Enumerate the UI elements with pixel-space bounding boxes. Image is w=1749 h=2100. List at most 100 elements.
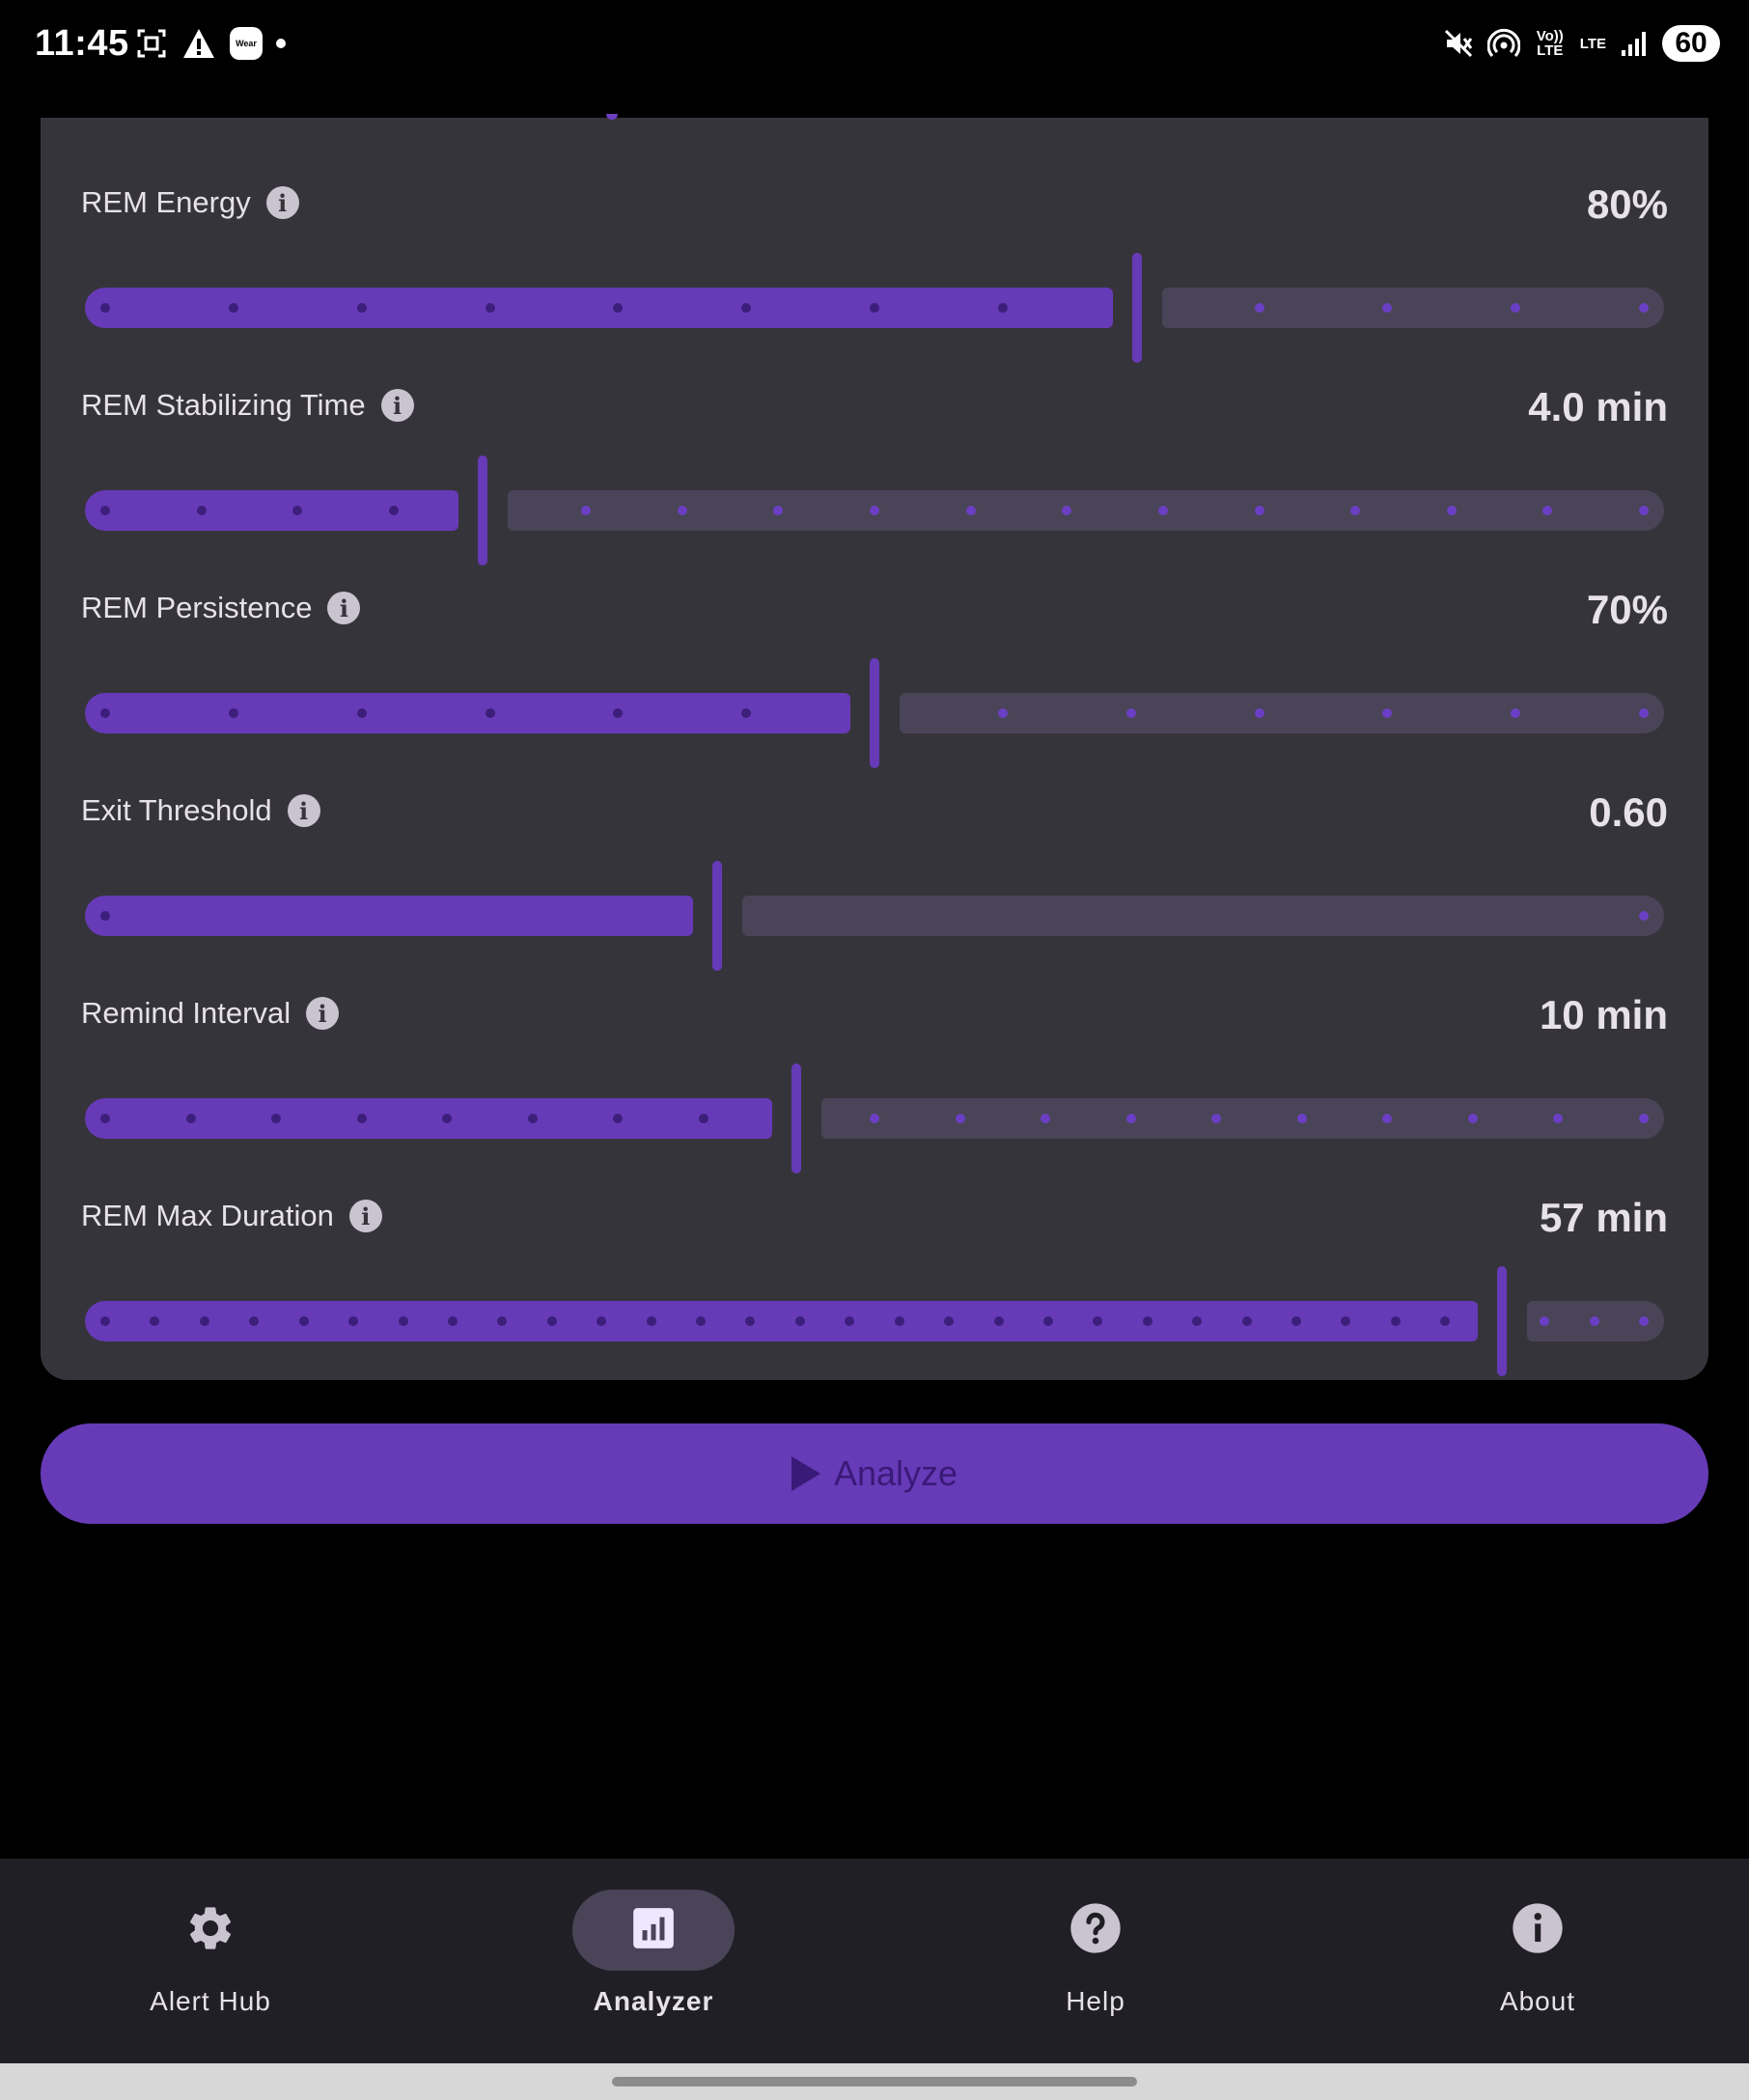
setting-row: Remind Interval i 10 min [41, 957, 1708, 1174]
info-icon[interactable]: i [327, 592, 361, 624]
info-icon[interactable]: i [265, 186, 299, 219]
slider-tick [944, 1316, 954, 1326]
slider-tick [1126, 708, 1136, 718]
slider-tick [1639, 506, 1649, 515]
setting-slider[interactable] [85, 456, 1664, 566]
slider-tick [581, 506, 591, 515]
slider-tick [1341, 1316, 1350, 1326]
slider-tick [1391, 1316, 1401, 1326]
slider-tick [696, 1316, 706, 1326]
slider-tick [497, 1316, 507, 1326]
slider-tick [1511, 303, 1520, 313]
setting-label-text: REM Stabilizing Time [81, 388, 366, 422]
setting-value: 4.0 min [1528, 384, 1668, 429]
slider-tick [773, 506, 783, 515]
slider-inactive-track [1162, 288, 1664, 328]
settings-card: REM Energy i 80% REM Stabilizing Time i 4.0 m… [41, 118, 1708, 1380]
slider-tick [1043, 1316, 1053, 1326]
status-right-icons: Vo)) LTE LTE 60 [1443, 25, 1720, 62]
slider-tick [741, 303, 751, 313]
info-icon[interactable]: i [306, 997, 340, 1030]
slider-thumb[interactable] [870, 658, 879, 768]
setting-row: REM Persistence i 70% [41, 552, 1708, 768]
status-time: 11:45 [35, 23, 129, 64]
setting-row: Exit Threshold i 0.60 [41, 755, 1708, 971]
slider-tick [998, 303, 1008, 313]
setting-slider[interactable] [85, 1266, 1664, 1376]
slider-tick [1158, 506, 1168, 515]
slider-tick [998, 708, 1008, 718]
slider-tick [100, 708, 110, 718]
slider-tick [1468, 1114, 1478, 1123]
slider-tick [795, 1316, 805, 1326]
nav-item-analyzer[interactable]: Analyzer [491, 1859, 781, 2063]
nav-pill [1457, 1890, 1619, 1971]
slider-tick [1639, 303, 1649, 313]
nav-label: About [1499, 1986, 1576, 2016]
setting-slider[interactable] [85, 1064, 1664, 1174]
slider-tick [486, 303, 495, 313]
slider-tick [292, 506, 302, 515]
bottom-navigation: Alert Hub Analyzer Help About [0, 1859, 1749, 2063]
notification-dot-icon [276, 39, 286, 48]
slider-tick [1639, 1114, 1649, 1123]
slider-tick [870, 1114, 879, 1123]
slider-tick [1350, 506, 1360, 515]
slider-inactive-track [821, 1098, 1664, 1139]
slider-tick [1062, 506, 1071, 515]
slider-tick [448, 1316, 458, 1326]
home-handle[interactable] [612, 2077, 1137, 2086]
setting-label: REM Energy i [81, 185, 299, 220]
info-icon[interactable]: i [287, 794, 320, 827]
slider-thumb[interactable] [712, 861, 722, 971]
slider-tick [100, 506, 110, 515]
nav-item-about[interactable]: About [1375, 1859, 1665, 2063]
setting-row: REM Max Duration i 57 min [41, 1160, 1708, 1376]
setting-value: 57 min [1539, 1195, 1668, 1240]
slider-tick [357, 1114, 367, 1123]
slider-tick [613, 708, 623, 718]
nav-item-alert-hub[interactable]: Alert Hub [48, 1859, 338, 2063]
info-icon[interactable]: i [348, 1200, 382, 1232]
slider-tick [678, 506, 687, 515]
analyze-button-label: Analyze [833, 1453, 958, 1493]
setting-label: Remind Interval i [81, 996, 340, 1031]
slider-tick [994, 1316, 1004, 1326]
nav-item-help[interactable]: Help [933, 1859, 1223, 2063]
slider-tick [597, 1316, 606, 1326]
lte-icon: LTE [1579, 35, 1606, 52]
slider-inactive-track [900, 693, 1664, 733]
slider-thumb[interactable] [478, 456, 487, 566]
setting-slider[interactable] [85, 253, 1664, 363]
status-bar: 11:45 Wear Vo)) LTE LTE 60 [0, 0, 1749, 93]
setting-value: 80% [1586, 181, 1668, 227]
setting-label-text: REM Persistence [81, 591, 313, 624]
setting-row: REM Stabilizing Time i 4.0 min [41, 349, 1708, 566]
analytics-icon [629, 1904, 678, 1957]
analyze-button[interactable]: Analyze [41, 1423, 1708, 1524]
slider-thumb[interactable] [1497, 1266, 1507, 1376]
slider-tick [186, 1114, 196, 1123]
slider-thumb[interactable] [1132, 253, 1142, 363]
gear-icon [184, 1902, 236, 1959]
slider-tick [613, 303, 623, 313]
slider-tick [741, 708, 751, 718]
slider-tick [100, 303, 110, 313]
setting-slider[interactable] [85, 861, 1664, 971]
info-icon[interactable]: i [380, 389, 414, 422]
setting-value: 70% [1586, 587, 1668, 632]
slider-thumb[interactable] [791, 1064, 801, 1174]
slider-tick [299, 1316, 309, 1326]
slider-tick [100, 1316, 110, 1326]
slider-tick [229, 708, 238, 718]
nav-label: Help [1066, 1986, 1125, 2016]
setting-slider[interactable] [85, 658, 1664, 768]
mute-icon [1443, 28, 1474, 59]
slider-tick [1291, 1316, 1301, 1326]
slider-inactive-track [742, 896, 1664, 936]
slider-tick [249, 1316, 259, 1326]
slider-tick [229, 303, 238, 313]
setting-label: Exit Threshold i [81, 793, 320, 828]
slider-tick [1297, 1114, 1307, 1123]
slider-tick [613, 1114, 623, 1123]
